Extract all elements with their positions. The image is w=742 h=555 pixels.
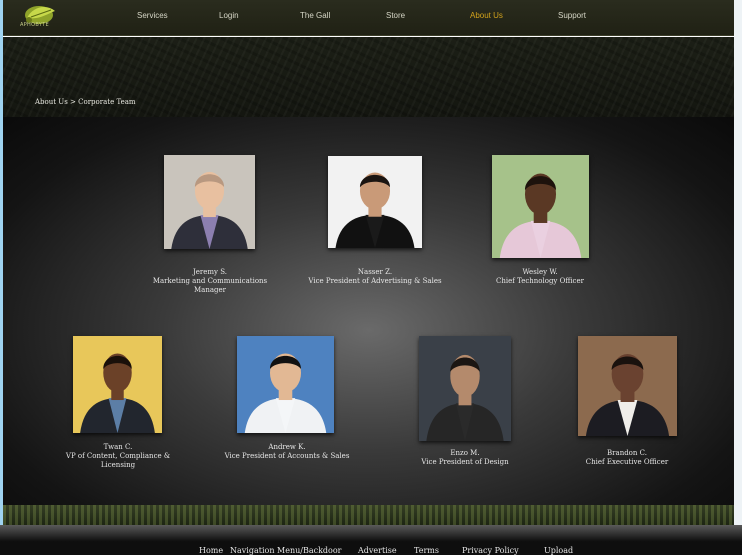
team-member-photo xyxy=(419,336,511,441)
team-member-photo xyxy=(237,336,334,433)
team-member-caption: Andrew K. Vice President of Accounts & Sa… xyxy=(215,443,359,461)
portrait-image xyxy=(578,336,677,436)
nav-services[interactable]: Services xyxy=(137,11,168,20)
team-member-name: Twan C. xyxy=(103,443,133,451)
nav-the-gall[interactable]: The Gall xyxy=(300,11,330,20)
breadcrumb-current: Corporate Team xyxy=(78,98,136,106)
portrait-image xyxy=(492,155,589,258)
portrait-image xyxy=(237,336,334,433)
footer-link-advertise[interactable]: Advertise xyxy=(358,546,397,555)
team-member-name: Andrew K. xyxy=(268,443,306,451)
footer-link-terms[interactable]: Terms xyxy=(414,546,439,555)
footer-link-navigation-menu[interactable]: Navigation Menu/Backdoor xyxy=(230,546,342,555)
footer-bar: Home Navigation Menu/Backdoor Advertise … xyxy=(0,525,742,555)
right-edge-strip xyxy=(734,0,742,555)
team-member-photo xyxy=(492,155,589,258)
breadcrumb-about-us[interactable]: About Us xyxy=(35,98,68,106)
nav-login[interactable]: Login xyxy=(219,11,239,20)
team-member-name: Wesley W. xyxy=(522,268,558,276)
grass-texture-band xyxy=(3,505,734,525)
team-member-title: Marketing and Communications Manager xyxy=(152,277,268,294)
team-member-title: Vice President of Advertising & Sales xyxy=(308,277,442,285)
team-member-name: Enzo M. xyxy=(450,449,480,457)
portrait-image xyxy=(328,156,422,248)
team-member-caption: Jeremy S. Marketing and Communications Ma… xyxy=(140,268,280,295)
team-member-photo xyxy=(328,156,422,248)
team-member-title: Vice President of Accounts & Sales xyxy=(224,452,350,460)
team-member-title: Chief Executive Officer xyxy=(585,458,669,466)
team-member-photo xyxy=(578,336,677,436)
breadcrumb: About Us > Corporate Team xyxy=(35,98,136,106)
nav-store[interactable]: Store xyxy=(386,11,405,20)
footer-link-privacy-policy[interactable]: Privacy Policy xyxy=(462,546,519,555)
team-member-name: Nasser Z. xyxy=(357,268,393,276)
nav-support[interactable]: Support xyxy=(558,11,586,20)
team-member-name: Jeremy S. xyxy=(192,268,228,276)
team-member-photo xyxy=(73,336,162,433)
team-member-caption: Twan C. VP of Content, Compliance & Licen… xyxy=(60,443,176,470)
logo-text: APHOBYTE xyxy=(20,22,49,28)
team-member-caption: Enzo M. Vice President of Design xyxy=(405,449,525,467)
team-member-photo xyxy=(164,155,255,249)
top-navigation-bar: APHOBYTE Services Login The Gall Store A… xyxy=(3,0,734,36)
team-member-caption: Brandon C. Chief Executive Officer xyxy=(564,449,690,467)
team-member-title: Vice President of Design xyxy=(421,458,509,466)
team-member-caption: Wesley W. Chief Technology Officer xyxy=(478,268,602,286)
team-member-caption: Nasser Z. Vice President of Advertising &… xyxy=(292,268,458,286)
team-member-title: VP of Content, Compliance & Licensing xyxy=(65,452,171,469)
portrait-image xyxy=(164,155,255,249)
footer-link-home[interactable]: Home xyxy=(199,546,223,555)
nav-about-us[interactable]: About Us xyxy=(470,11,503,20)
portrait-image xyxy=(419,336,511,441)
footer-link-upload[interactable]: Upload xyxy=(544,546,573,555)
portrait-image xyxy=(73,336,162,433)
team-member-title: Chief Technology Officer xyxy=(496,277,584,285)
team-member-name: Brandon C. xyxy=(607,449,647,457)
breadcrumb-separator: > xyxy=(70,98,76,106)
